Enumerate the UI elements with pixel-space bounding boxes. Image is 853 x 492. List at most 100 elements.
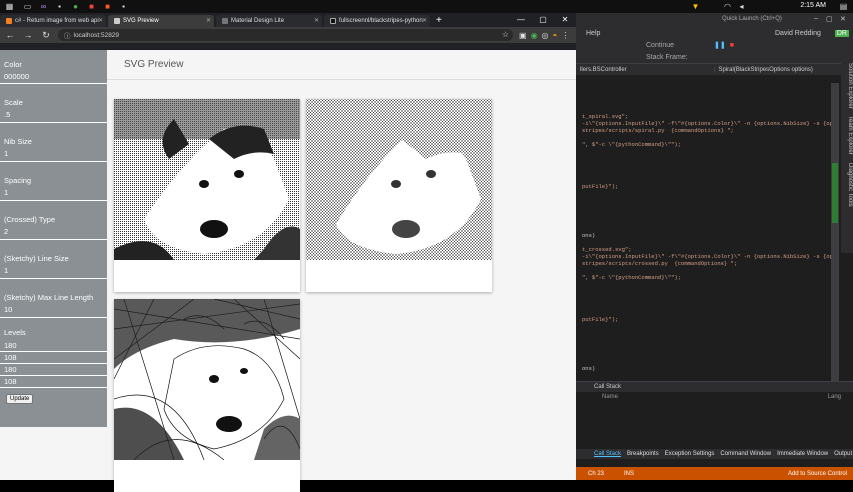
tab-material-design-lite[interactable]: Material Design Lite✕ — [216, 15, 322, 27]
code-line[interactable]: t_crossed.svg"; — [582, 246, 831, 253]
ide-close-icon[interactable]: ✕ — [840, 15, 846, 24]
close-window-icon[interactable]: ✕ — [554, 13, 576, 27]
code-line[interactable]: ", $"-c \"{pythonCommand}\""); — [582, 141, 831, 148]
file-explorer-icon[interactable]: ▭ — [22, 1, 33, 12]
tab-call-stack[interactable]: Call Stack — [594, 451, 621, 457]
nav-member-dropdown[interactable]: Spiral(BlackStripesOptions options) — [715, 67, 853, 73]
notifications-icon[interactable]: ▤ — [838, 1, 849, 12]
code-line[interactable] — [582, 85, 831, 92]
windows-start-icon[interactable]: ▦ — [4, 1, 15, 12]
menu-help[interactable]: Help — [586, 30, 600, 37]
reload-icon[interactable]: ↻ — [40, 30, 52, 41]
stop-icon[interactable]: ■ — [730, 42, 734, 49]
code-line[interactable] — [582, 309, 831, 316]
code-line[interactable] — [582, 92, 831, 99]
feedback-icon[interactable]: ▼ — [690, 1, 701, 12]
tab-output[interactable]: Output — [834, 451, 852, 457]
wifi-icon[interactable]: ◠ — [722, 1, 733, 12]
extension-green-icon[interactable]: ◉ — [531, 31, 538, 40]
code-line[interactable]: -i\"{options.InputFile}\" -f\"#{options.… — [582, 253, 831, 260]
sketchy-line-size-input[interactable]: 1 — [4, 266, 103, 275]
code-line[interactable] — [582, 106, 831, 113]
color-input[interactable]: 000000 — [4, 72, 103, 81]
pause-icon[interactable]: ❚❚ — [714, 41, 726, 49]
add-to-source-control[interactable]: Add to Source Control — [788, 471, 853, 477]
tab-command-window[interactable]: Command Window — [720, 451, 771, 457]
code-line[interactable] — [582, 302, 831, 309]
forward-icon[interactable]: → — [22, 30, 34, 40]
code-line[interactable] — [582, 197, 831, 204]
close-tab-icon[interactable]: ✕ — [314, 17, 319, 24]
code-line[interactable] — [582, 330, 831, 337]
code-line[interactable] — [582, 358, 831, 365]
tab-blackstripes-python[interactable]: fullscreennl/blackstripes-python✕ — [324, 15, 430, 27]
level-input-1[interactable]: 180 — [0, 340, 107, 352]
tab-immediate-window[interactable]: Immediate Window — [777, 451, 828, 457]
ide-maximize-icon[interactable]: ▢ — [826, 15, 833, 24]
app-grey-icon[interactable]: ▪ — [118, 1, 129, 12]
close-tab-icon[interactable]: ✕ — [98, 17, 103, 24]
level-input-4[interactable]: 108 — [0, 376, 107, 388]
app-orange-icon[interactable]: ■ — [102, 1, 113, 12]
scale-input[interactable]: .5 — [4, 110, 103, 119]
code-line[interactable]: stripes/scripts/spiral.py {commandOption… — [582, 127, 831, 134]
sketchy-max-line-length-input[interactable]: 10 — [4, 305, 103, 314]
new-tab-button[interactable]: + — [436, 15, 442, 26]
code-line[interactable] — [582, 337, 831, 344]
chrome-icon[interactable]: ● — [70, 1, 81, 12]
user-avatar[interactable]: DR — [835, 30, 849, 37]
code-line[interactable]: putFile}"); — [582, 183, 831, 190]
code-line[interactable] — [582, 295, 831, 302]
tab-svg-preview[interactable]: SVG Preview✕ — [108, 15, 214, 27]
team-explorer-tab[interactable]: Team Explorer — [847, 116, 853, 155]
code-line[interactable] — [582, 99, 831, 106]
extension-chat-icon[interactable]: ▣ — [519, 31, 527, 40]
extension-orange-icon[interactable]: ◓ — [553, 31, 558, 40]
terminal-icon[interactable]: ▪ — [54, 1, 65, 12]
code-line[interactable] — [582, 344, 831, 351]
code-line[interactable] — [582, 134, 831, 141]
app-red-icon[interactable]: ■ — [86, 1, 97, 12]
diagnostic-tools-tab[interactable]: Diagnostic Tools — [847, 163, 853, 207]
chrome-menu-icon[interactable]: ⋮ — [561, 31, 569, 40]
solution-explorer-tab[interactable]: Solution Explorer — [847, 63, 853, 109]
code-line[interactable]: stripes/scripts/crossed.py {commandOptio… — [582, 260, 831, 267]
tab-return-image[interactable]: c# - Return image from web api✕ — [0, 15, 106, 27]
bookmark-star-icon[interactable]: ☆ — [502, 30, 509, 39]
back-icon[interactable]: ← — [4, 30, 16, 40]
code-line[interactable]: putFile}"); — [582, 316, 831, 323]
code-line[interactable] — [582, 176, 831, 183]
minimize-icon[interactable]: — — [510, 13, 532, 27]
code-line[interactable] — [582, 204, 831, 211]
code-line[interactable] — [582, 162, 831, 169]
info-icon[interactable]: ⓘ — [64, 30, 71, 40]
spacing-input[interactable]: 1 — [4, 188, 103, 197]
code-line[interactable] — [582, 211, 831, 218]
code-line[interactable] — [582, 351, 831, 358]
quick-launch-input[interactable]: Quick Launch (Ctrl+Q) — [722, 16, 782, 22]
tab-exception-settings[interactable]: Exception Settings — [665, 451, 715, 457]
close-tab-icon[interactable]: ✕ — [422, 17, 427, 24]
code-line[interactable] — [582, 190, 831, 197]
code-line[interactable]: ons) — [582, 365, 831, 372]
address-bar[interactable]: ⓘ localhost:52829 ☆ — [58, 29, 513, 41]
code-editor[interactable]: t_spiral.svg";-i\"{options.InputFile}\" … — [576, 85, 831, 385]
visual-studio-icon[interactable]: ∞ — [38, 1, 49, 12]
nib-size-input[interactable]: 1 — [4, 149, 103, 158]
code-line[interactable]: ons) — [582, 232, 831, 239]
volume-icon[interactable]: ◂ — [736, 1, 747, 12]
code-line[interactable] — [582, 225, 831, 232]
level-input-3[interactable]: 180 — [0, 364, 107, 376]
col-name[interactable]: Name — [602, 394, 618, 400]
nav-type-dropdown[interactable]: llers.BSController — [576, 67, 715, 73]
update-button[interactable]: Update — [6, 394, 33, 404]
tab-breakpoints[interactable]: Breakpoints — [627, 451, 659, 457]
level-input-2[interactable]: 108 — [0, 352, 107, 364]
code-line[interactable] — [582, 239, 831, 246]
editor-scrollbar[interactable] — [831, 83, 839, 383]
code-line[interactable] — [582, 288, 831, 295]
ide-user-name[interactable]: David Redding — [775, 30, 821, 37]
code-line[interactable] — [582, 218, 831, 225]
editor-scroll-thumb[interactable] — [832, 163, 838, 223]
crossed-type-input[interactable]: 2 — [4, 227, 103, 236]
